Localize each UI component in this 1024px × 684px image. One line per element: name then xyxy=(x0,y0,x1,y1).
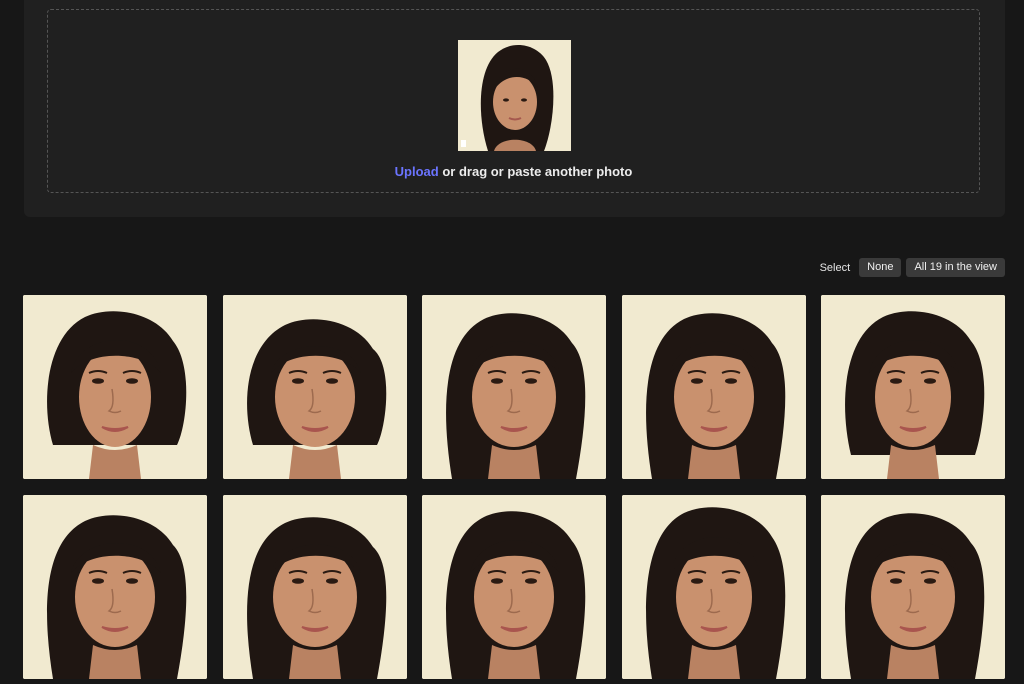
upload-link[interactable]: Upload xyxy=(395,164,439,179)
photo-card[interactable] xyxy=(222,295,407,479)
photo-grid xyxy=(23,295,1005,679)
face-portrait-icon xyxy=(821,495,1005,679)
photo-card[interactable] xyxy=(422,295,606,479)
face-portrait-icon xyxy=(621,295,806,479)
photo-card[interactable] xyxy=(621,295,806,479)
face-portrait-icon xyxy=(458,40,571,151)
select-all-button[interactable]: All 19 in the view xyxy=(906,258,1005,277)
photo-card[interactable] xyxy=(23,495,207,679)
uploaded-photo-preview xyxy=(458,40,571,151)
face-portrait-icon xyxy=(422,495,606,679)
photo-card[interactable] xyxy=(821,295,1005,479)
photo-card[interactable] xyxy=(222,495,407,679)
face-portrait-icon xyxy=(23,295,207,479)
face-portrait-icon xyxy=(422,295,606,479)
face-portrait-icon xyxy=(821,295,1005,479)
photo-card[interactable] xyxy=(23,295,207,479)
select-label: Select xyxy=(819,261,851,274)
photo-card[interactable] xyxy=(422,495,606,679)
upload-instructions: Upload or drag or paste another photo xyxy=(48,164,979,179)
face-portrait-icon xyxy=(621,495,806,679)
face-portrait-icon xyxy=(23,495,207,679)
dropzone[interactable]: Upload or drag or paste another photo xyxy=(47,9,980,193)
face-portrait-icon xyxy=(222,295,407,479)
photo-card[interactable] xyxy=(621,495,806,679)
select-none-button[interactable]: None xyxy=(859,258,902,277)
upload-hint: or drag or paste another photo xyxy=(438,164,633,179)
photo-card[interactable] xyxy=(821,495,1005,679)
face-portrait-icon xyxy=(222,495,407,679)
upload-panel: Upload or drag or paste another photo xyxy=(24,0,1005,217)
selection-toolbar: Select None All 19 in the view xyxy=(820,258,1005,277)
